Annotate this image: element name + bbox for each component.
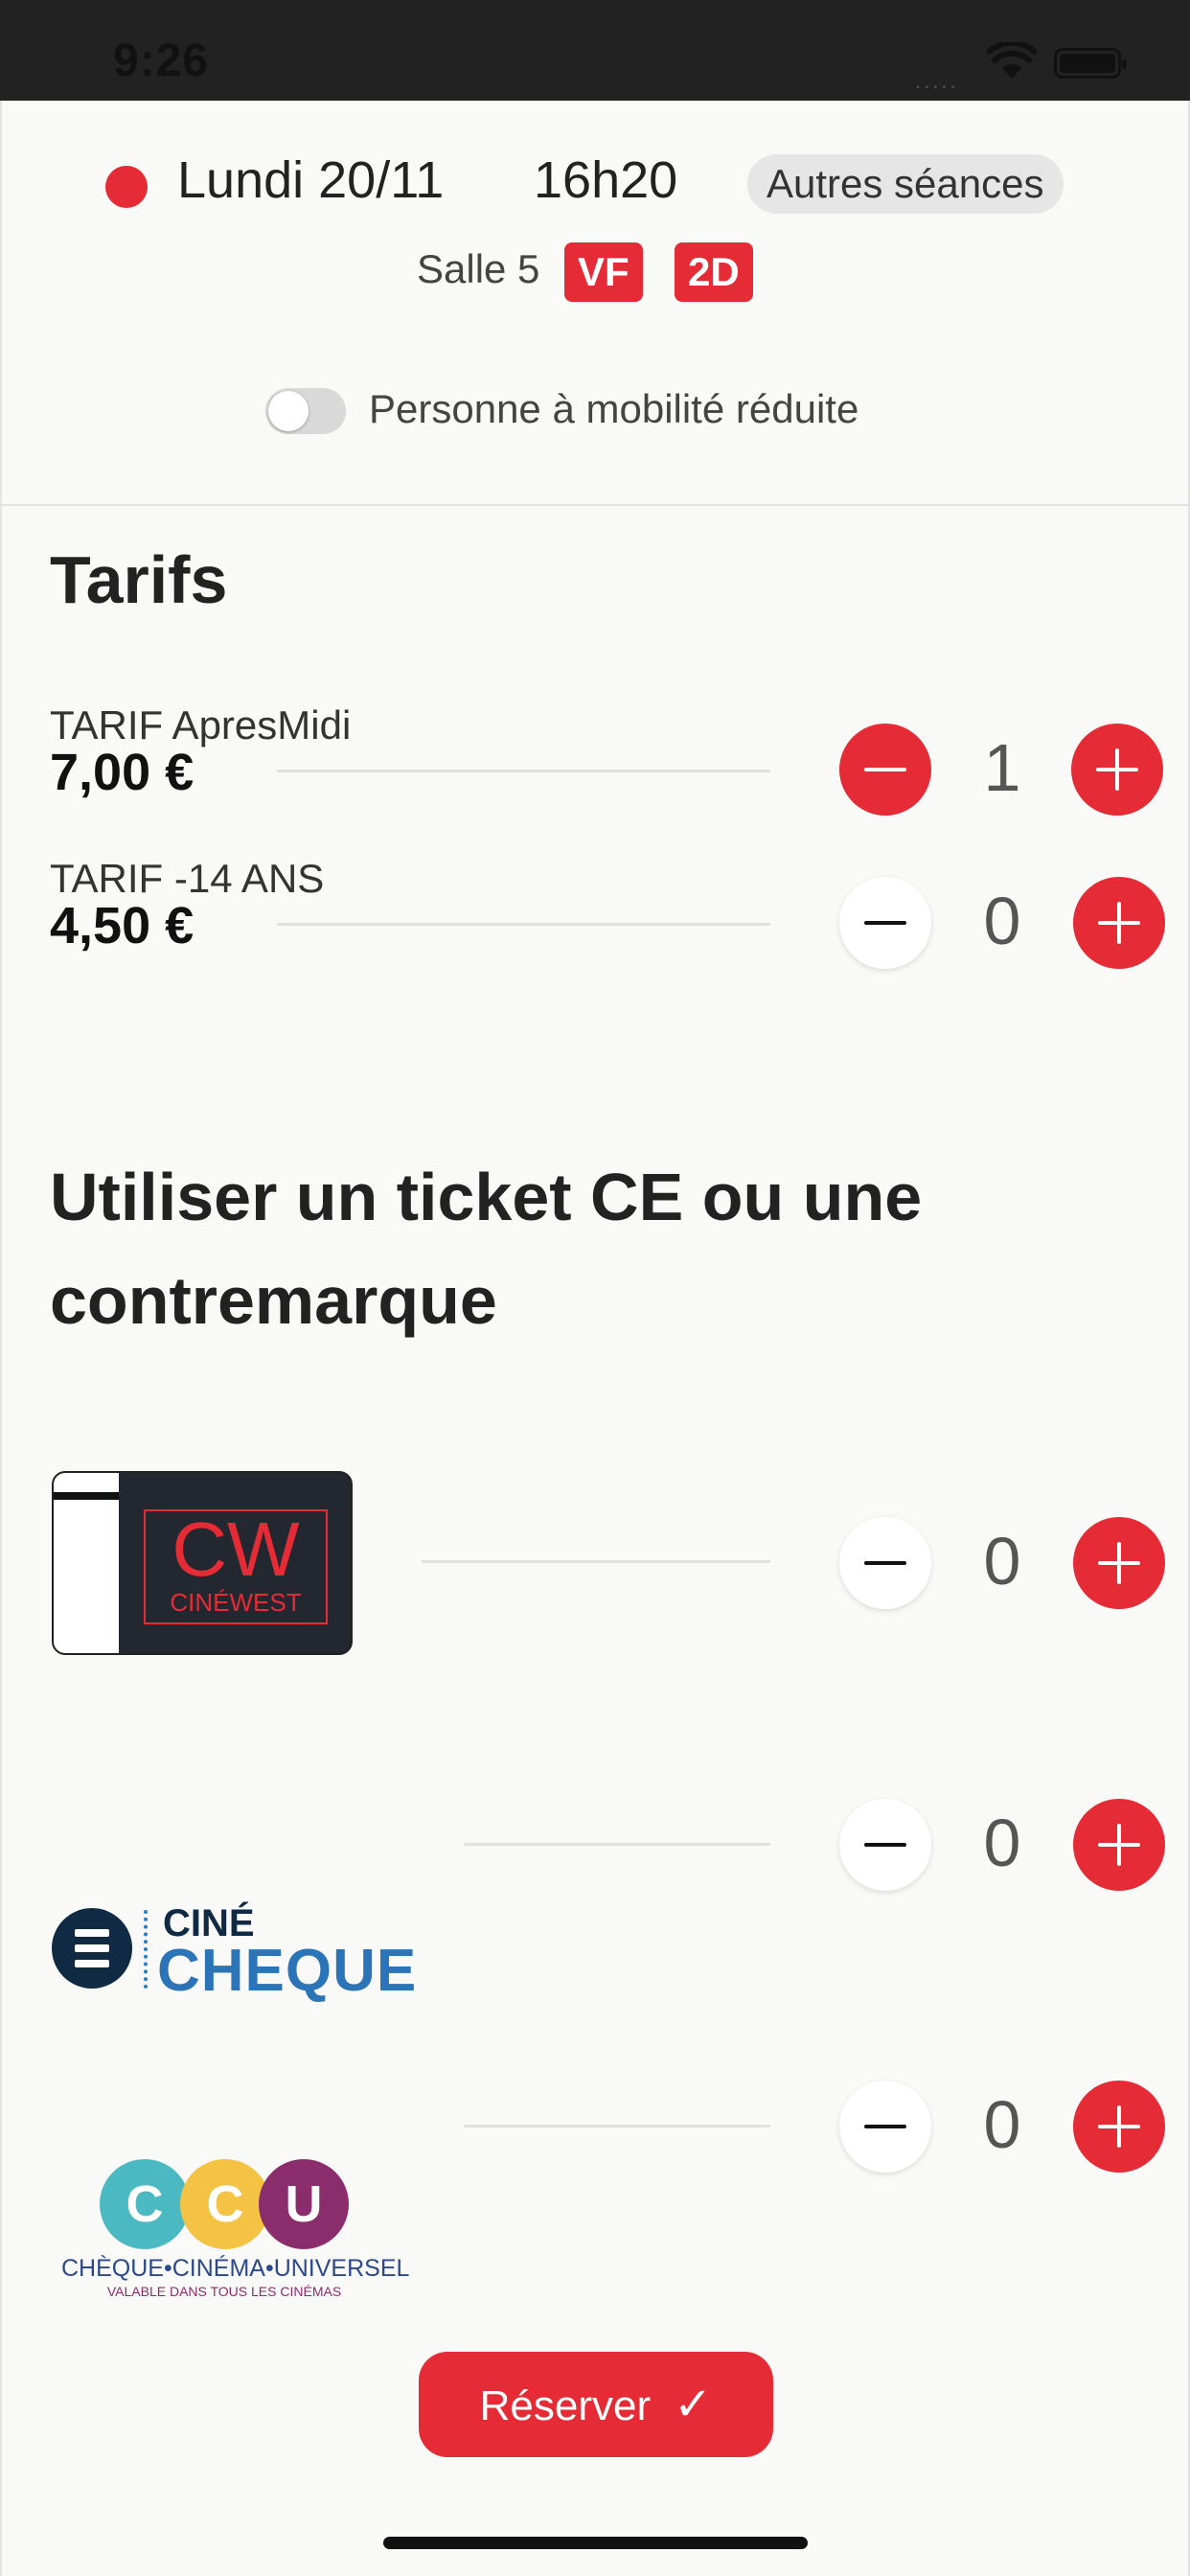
- row-divider: [277, 923, 770, 926]
- logo-line-2: VALABLE DANS TOUS LES CINÉMAS: [106, 2284, 342, 2299]
- pmr-toggle[interactable]: [265, 388, 346, 434]
- session-header: Lundi 20/11 16h20 Autres séances Salle 5…: [2, 101, 1188, 506]
- reserve-label: Réserver: [479, 2382, 652, 2429]
- language-badge: VF: [564, 242, 643, 302]
- increase-button[interactable]: [1073, 1517, 1165, 1609]
- quantity-value: 0: [983, 2087, 1021, 2162]
- quantity-value: 0: [983, 884, 1021, 958]
- decrease-button[interactable]: [839, 877, 931, 969]
- decrease-button[interactable]: [839, 1517, 931, 1609]
- quantity-value: 1: [983, 730, 1021, 805]
- session-time: 16h20: [534, 151, 678, 209]
- vouchers-title: Utiliser un ticket CE ou une contremarqu…: [50, 1160, 923, 1338]
- toggle-knob: [268, 391, 309, 431]
- room-label: Salle 5: [417, 246, 540, 291]
- row-divider: [464, 1843, 770, 1846]
- cine-cheque-logo: CINÉ CHEQUE: [52, 1902, 416, 2004]
- logo-letter: C: [180, 2159, 270, 2249]
- cine-cheque-logo-bottom: CHEQUE: [157, 1938, 418, 2004]
- tarif-row: TARIF -14 ANS 4,50 € 0: [2, 856, 1188, 990]
- cheque-cinema-universel-logo: C C U CHÈQUE•CINÉMA•UNIVERSEL VALABLE DA…: [61, 2159, 410, 2303]
- tarifs-title: Tarifs: [50, 542, 228, 617]
- quantity-value: 0: [983, 1524, 1021, 1598]
- tarif-name: TARIF -14 ANS: [50, 856, 325, 901]
- home-indicator: [383, 2537, 808, 2549]
- increase-button[interactable]: [1073, 877, 1165, 969]
- tarif-row: TARIF ApresMidi 7,00 € 1: [2, 702, 1188, 837]
- ticket-booking-page: Lundi 20/11 16h20 Autres séances Salle 5…: [0, 101, 1190, 2576]
- status-bar: 9:26 .....: [0, 0, 1190, 101]
- logo-letter: U: [259, 2159, 349, 2249]
- session-status-dot: [105, 166, 148, 208]
- wifi-icon: [987, 42, 1037, 79]
- increase-button[interactable]: [1073, 1799, 1165, 1891]
- logo-line-1: CHÈQUE•CINÉMA•UNIVERSEL: [61, 2255, 410, 2282]
- row-divider: [277, 770, 770, 772]
- status-time: 9:26: [113, 35, 210, 86]
- decrease-button[interactable]: [839, 724, 931, 816]
- decrease-button[interactable]: [839, 2081, 931, 2173]
- check-icon: ✓: [674, 2380, 713, 2430]
- cinewest-logo-mark: CW: [172, 1506, 300, 1592]
- tarif-name: TARIF ApresMidi: [50, 702, 352, 748]
- quantity-value: 0: [983, 1806, 1021, 1880]
- logo-letter: C: [100, 2159, 190, 2249]
- format-badge: 2D: [675, 242, 753, 302]
- row-divider: [464, 2125, 770, 2128]
- session-date: Lundi 20/11: [177, 151, 445, 209]
- decrease-button[interactable]: [839, 1799, 931, 1891]
- increase-button[interactable]: [1071, 724, 1163, 816]
- reserve-button[interactable]: Réserver ✓: [419, 2352, 773, 2457]
- cinewest-logo: CW CINÉWEST: [52, 1471, 353, 1655]
- battery-icon: [1054, 48, 1127, 79]
- tarif-price: 7,00 €: [50, 744, 195, 801]
- cinewest-logo-name: CINÉWEST: [170, 1588, 302, 1617]
- signal-icon: .....: [915, 69, 959, 93]
- pmr-label: Personne à mobilité réduite: [369, 386, 859, 431]
- tarif-price: 4,50 €: [50, 897, 195, 954]
- other-sessions-button[interactable]: Autres séances: [747, 154, 1064, 214]
- increase-button[interactable]: [1073, 2081, 1165, 2173]
- row-divider: [422, 1560, 770, 1563]
